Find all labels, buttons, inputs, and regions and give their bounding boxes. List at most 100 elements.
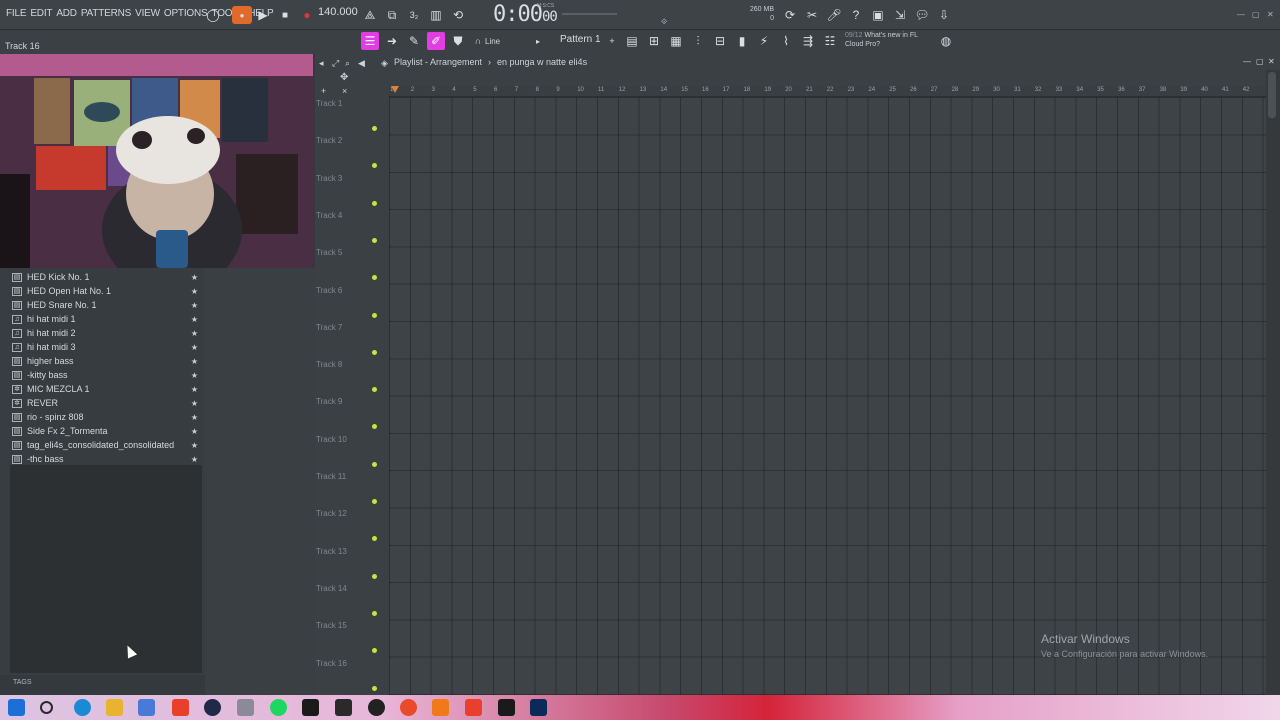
favorite-star-icon[interactable]: ★ xyxy=(191,385,198,394)
playhead-marker[interactable] xyxy=(391,86,399,93)
browser-item[interactable]: ▤ tag_eli4s_consolidated_consolidated ★ xyxy=(10,438,202,452)
help-icon[interactable]: ? xyxy=(847,6,865,24)
pencil-icon[interactable]: ✎ xyxy=(405,32,423,50)
browser-item[interactable]: ✲ REVER ★ xyxy=(10,396,202,410)
playlist-grid[interactable] xyxy=(389,97,1266,695)
news-panel[interactable]: 09/12 What's new in FL Cloud Pro? xyxy=(845,31,935,49)
favorite-star-icon[interactable]: ★ xyxy=(191,371,198,380)
playlist-options-icon[interactable]: ◂ xyxy=(319,58,324,69)
track-mute-dot[interactable] xyxy=(372,387,377,393)
favorite-star-icon[interactable]: ★ xyxy=(191,273,198,282)
browser-item[interactable]: ▤ HED Snare No. 1 ★ xyxy=(10,298,202,312)
record-icon[interactable]: ● xyxy=(298,6,316,24)
timeline-ruler[interactable]: 1 2 3 4 5 6 7 8 9 10 11 12 13 14 15 16 17 18 19 20 21 22 23 24 2… xyxy=(389,86,1266,97)
fl-studio-icon[interactable] xyxy=(465,699,482,716)
pat-song-toggle[interactable]: ● xyxy=(232,6,252,24)
minimize-icon[interactable]: — xyxy=(1237,10,1245,19)
track-mute-dot[interactable] xyxy=(372,573,377,579)
track-mute-dot[interactable] xyxy=(372,275,377,281)
favorite-star-icon[interactable]: ★ xyxy=(191,441,198,450)
countdown-icon[interactable]: 3₂ xyxy=(405,6,423,24)
track-header[interactable]: Track 9 xyxy=(315,395,380,432)
download-icon[interactable]: ⇩ xyxy=(935,6,953,24)
capcut-icon[interactable] xyxy=(498,699,515,716)
cut-tool-icon[interactable]: ✂ xyxy=(803,6,821,24)
playlist-maximize-icon[interactable]: ▢ xyxy=(1256,57,1264,66)
scrollbar-thumb[interactable] xyxy=(1268,72,1276,118)
menu-view[interactable]: VIEW xyxy=(135,8,160,19)
favorite-star-icon[interactable]: ★ xyxy=(191,455,198,464)
track-mute-dot[interactable] xyxy=(372,163,377,169)
track-header[interactable]: Track 12 xyxy=(315,507,380,544)
track-mute-dot[interactable] xyxy=(372,610,377,616)
browser-item[interactable]: ♫ hi hat midi 3 ★ xyxy=(10,340,202,354)
track-mute-dot[interactable] xyxy=(372,648,377,654)
pattern-selector[interactable]: Pattern 1 xyxy=(560,34,601,45)
browser-item[interactable]: ✲ MIC MEZCLA 1 ★ xyxy=(10,382,202,396)
arrow-icon[interactable]: ➜ xyxy=(383,32,401,50)
piano-roll-icon[interactable]: ▦ xyxy=(667,32,685,50)
favorite-star-icon[interactable]: ★ xyxy=(191,301,198,310)
track-header[interactable]: Track 13 xyxy=(315,545,380,582)
favorite-star-icon[interactable]: ★ xyxy=(191,329,198,338)
loop-record-icon[interactable]: ⟲ xyxy=(449,6,467,24)
channel-rack-icon[interactable]: ⊞ xyxy=(645,32,663,50)
stamp-icon[interactable]: ⛊ xyxy=(449,32,467,50)
obs-icon[interactable] xyxy=(368,699,385,716)
track-header[interactable]: Track 14 xyxy=(315,582,380,619)
track-header[interactable]: Track 8 xyxy=(315,358,380,395)
browser-item[interactable]: ▤ higher bass ★ xyxy=(10,354,202,368)
track-mute-dot[interactable] xyxy=(372,499,377,504)
browser-item[interactable]: ▤ HED Kick No. 1 ★ xyxy=(10,270,202,284)
menu-add[interactable]: ADD xyxy=(56,8,77,19)
snap-selector[interactable]: Line xyxy=(485,37,500,46)
track-mute-dot[interactable] xyxy=(372,237,377,243)
browser-item[interactable]: ♫ hi hat midi 2 ★ xyxy=(10,326,202,340)
globe-icon[interactable]: ◍ xyxy=(937,32,955,50)
track-header[interactable]: Track 2 xyxy=(315,134,380,171)
track-mute-dot[interactable] xyxy=(372,424,377,430)
menu-options[interactable]: OPTIONS xyxy=(164,8,208,19)
info-icon[interactable]: ☷ xyxy=(821,32,839,50)
warning-app-icon[interactable] xyxy=(432,699,449,716)
fit-icon[interactable]: ⤢ xyxy=(332,58,339,69)
save-icon[interactable]: ▣ xyxy=(869,6,887,24)
favorite-star-icon[interactable]: ★ xyxy=(191,287,198,296)
edge-icon[interactable] xyxy=(74,699,91,716)
track-header[interactable]: Track 3 xyxy=(315,172,380,209)
chevron-right-icon[interactable]: ▸ xyxy=(529,32,547,50)
track-header[interactable]: Track 5 xyxy=(315,246,380,283)
playlist-minimize-icon[interactable]: — xyxy=(1243,57,1251,66)
vertical-scrollbar[interactable] xyxy=(1266,70,1280,695)
zoom-icon[interactable]: ⌕ xyxy=(345,58,350,69)
browser-item[interactable]: ▤ rio - spinz 808 ★ xyxy=(10,410,202,424)
tempo-display[interactable]: 140.000 xyxy=(318,6,358,22)
track-header[interactable]: Track 7 xyxy=(315,321,380,358)
steam-icon[interactable] xyxy=(204,699,221,716)
favorite-star-icon[interactable]: ★ xyxy=(191,413,198,422)
track-header[interactable]: Track 16 xyxy=(315,657,380,694)
close-icon[interactable]: ✕ xyxy=(1267,10,1274,19)
equalizer-icon[interactable]: ⫶ xyxy=(689,32,707,50)
link-icon[interactable]: ⇶ xyxy=(799,32,817,50)
browser-item[interactable]: ▤ HED Open Hat No. 1 ★ xyxy=(10,284,202,298)
spotify-icon[interactable] xyxy=(270,699,287,716)
tags-label[interactable]: TAGS xyxy=(13,679,32,686)
app-icon[interactable] xyxy=(237,699,254,716)
browser-icon[interactable]: ⊟ xyxy=(711,32,729,50)
track-mute-dot[interactable] xyxy=(372,349,377,355)
menu-patterns[interactable]: PATTERNS xyxy=(81,8,131,19)
track-header[interactable]: Track 1 xyxy=(315,97,380,134)
windows-start-icon[interactable] xyxy=(8,699,25,716)
store-icon[interactable] xyxy=(138,699,155,716)
track-mute-dot[interactable] xyxy=(372,536,377,542)
track-mute-dot[interactable] xyxy=(372,685,377,691)
favorite-star-icon[interactable]: ★ xyxy=(191,399,198,408)
playlist-view-icon[interactable]: ☰ xyxy=(361,32,379,50)
track-header[interactable]: Track 6 xyxy=(315,284,380,321)
track-mute-dot[interactable] xyxy=(372,200,377,206)
plugin-icon[interactable]: ⚡ xyxy=(755,32,773,50)
add-track-icon[interactable]: + xyxy=(321,86,326,96)
fruity-icon[interactable] xyxy=(400,699,417,716)
file-explorer-icon[interactable] xyxy=(106,699,123,716)
